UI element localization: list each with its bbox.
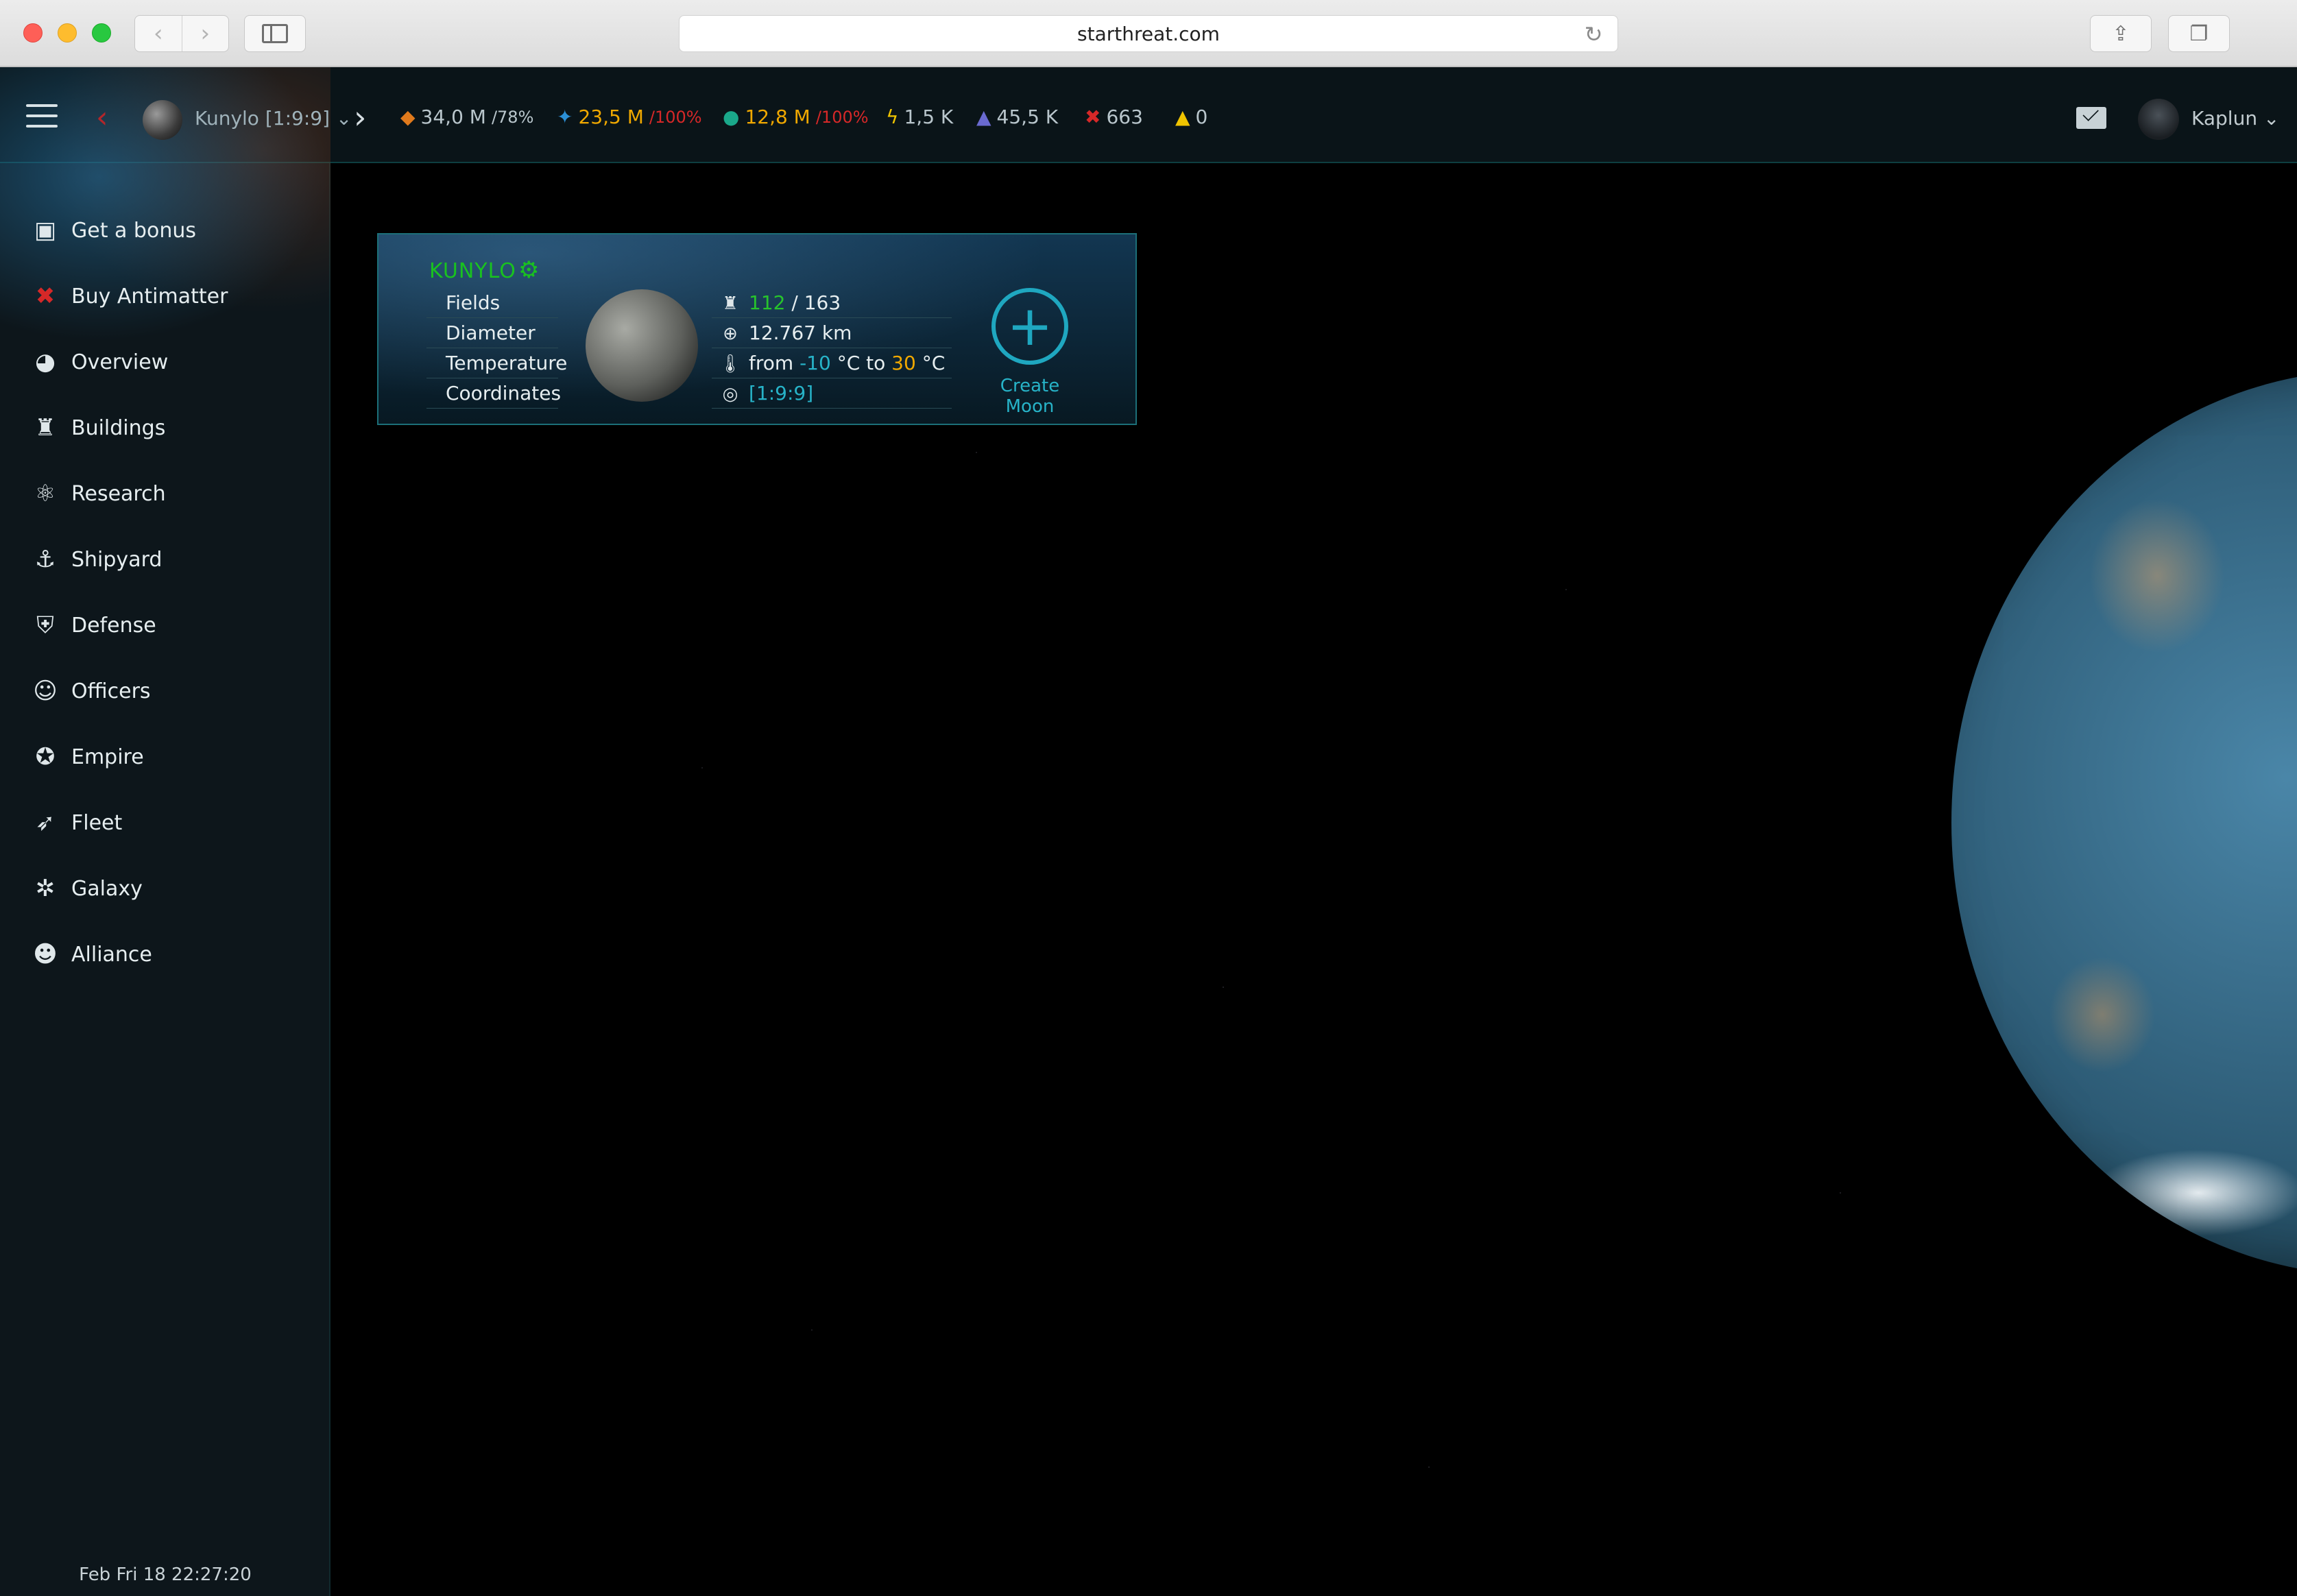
deuterium-value: 12,8 M xyxy=(745,106,810,128)
alliance-icon: ☻ xyxy=(33,941,58,968)
planet-thumbnail xyxy=(586,289,698,402)
coordinates-icon: ◎ xyxy=(722,384,738,404)
coordinates-label: Coordinates xyxy=(426,378,561,409)
hamburger-menu-icon[interactable] xyxy=(26,104,58,129)
address-bar[interactable]: starthreat.com ↻ xyxy=(679,15,1618,52)
plus-icon: + xyxy=(1007,294,1053,358)
history-nav: ‹ › xyxy=(134,15,229,52)
avatar[interactable] xyxy=(2138,99,2179,140)
crystal-icon: ✦ xyxy=(557,106,573,128)
sidebar-item-fleet[interactable]: ➶ Fleet xyxy=(0,790,330,856)
sidebar-item-alliance[interactable]: ☻ Alliance xyxy=(0,921,330,987)
metal-percent: /78% xyxy=(491,107,534,127)
dark-matter-value: 45,5 K xyxy=(996,106,1059,128)
fields-label: Fields xyxy=(426,288,558,318)
antimatter-value: 663 xyxy=(1106,106,1143,128)
planet-thumbnail xyxy=(143,100,182,140)
crystal-percent: /100% xyxy=(649,107,702,127)
antimatter-resource[interactable]: ✖ 663 xyxy=(1085,106,1143,128)
deuterium-icon: ● xyxy=(723,106,740,128)
energy-resource[interactable]: ϟ 1,5 K xyxy=(886,106,953,128)
building-icon: ♜ xyxy=(722,293,738,314)
shipyard-icon: ⚓ xyxy=(34,546,56,573)
alerts-indicator[interactable]: ▲ 0 xyxy=(1175,106,1207,128)
empire-icon: ✪ xyxy=(35,743,56,771)
dark-matter-icon: ▲ xyxy=(976,106,991,128)
defense-icon: ⛨ xyxy=(36,612,54,639)
chevron-down-icon: ⌄ xyxy=(2257,107,2280,130)
dark-matter-resource[interactable]: ▲ 45,5 K xyxy=(976,106,1058,128)
metal-resource[interactable]: ◆ 34,0 M /78% xyxy=(400,106,533,128)
create-moon-button[interactable]: + xyxy=(991,288,1068,365)
sidebar-nav: ▣ Get a bonus ✖ Buy Antimatter ◕ Overview ♜… xyxy=(0,197,330,987)
crystal-value: 23,5 M xyxy=(578,106,644,128)
minimize-window-button[interactable] xyxy=(58,23,77,43)
browser-toolbar: ‹ › starthreat.com ↻ ⇪ ❐ xyxy=(0,0,2297,67)
thermometer-icon: 🌡 xyxy=(719,354,742,374)
server-clock: Feb Fri 18 22:27:20 xyxy=(79,1564,252,1585)
research-icon: ⚛ xyxy=(34,480,56,507)
fields-value: ♜ 112 / 163 xyxy=(712,288,952,318)
planet-name: KUNYLO xyxy=(429,259,516,283)
back-arrow-icon[interactable]: ‹ xyxy=(135,16,182,51)
sidebar-item-buildings[interactable]: ♜ Buildings xyxy=(0,395,330,461)
coordinates-value[interactable]: ◎ [1:9:9] xyxy=(712,378,952,409)
planet-info-card: KUNYLO ⚙ Fields Diameter Temperature Coo… xyxy=(377,233,1137,425)
sidebar-item-galaxy[interactable]: ✲ Galaxy xyxy=(0,856,330,921)
mail-icon[interactable] xyxy=(2076,107,2106,129)
sidebar-item-research[interactable]: ⚛ Research xyxy=(0,461,330,527)
globe-icon: ◕ xyxy=(35,348,56,376)
temperature-value: 🌡 from -10 °C to 30 °C xyxy=(712,348,952,378)
forward-arrow-icon[interactable]: › xyxy=(181,16,229,51)
sidebar-item-get-a-bonus[interactable]: ▣ Get a bonus xyxy=(0,197,330,263)
metal-icon: ◆ xyxy=(400,106,416,128)
create-moon-label[interactable]: Create Moon xyxy=(975,376,1085,417)
deuterium-percent: /100% xyxy=(815,107,869,127)
next-planet-icon[interactable]: › xyxy=(354,99,366,136)
antimatter-icon: ✖ xyxy=(35,282,56,310)
rocket-icon: ➶ xyxy=(35,809,56,836)
sidebar-item-empire[interactable]: ✪ Empire xyxy=(0,724,330,790)
diameter-label: Diameter xyxy=(426,318,558,348)
sidebar-item-defense[interactable]: ⛨ Defense xyxy=(0,592,330,658)
metal-value: 34,0 M xyxy=(420,106,486,128)
user-menu[interactable]: Kaplun ⌄ xyxy=(2191,107,2279,130)
antimatter-icon: ✖ xyxy=(1085,106,1101,128)
tabs-icon[interactable]: ❐ xyxy=(2168,15,2230,52)
app-window: ‹ › starthreat.com ↻ ⇪ ❐ ‹ Kunylo [1:9:9… xyxy=(0,0,2297,1596)
globe-icon: ⊕ xyxy=(723,324,738,344)
alerts-value: 0 xyxy=(1195,106,1208,128)
gear-icon[interactable]: ⚙ xyxy=(518,256,539,284)
deuterium-resource[interactable]: ● 12,8 M /100% xyxy=(723,106,869,128)
officer-icon: ☺ xyxy=(33,677,58,705)
energy-value: 1,5 K xyxy=(904,106,954,128)
url-text: starthreat.com xyxy=(1077,22,1220,45)
reload-icon[interactable]: ↻ xyxy=(1582,23,1605,46)
sidebar-toggle-icon[interactable] xyxy=(244,15,306,52)
building-icon: ♜ xyxy=(34,414,56,442)
sidebar-item-officers[interactable]: ☺ Officers xyxy=(0,658,330,724)
bonus-icon: ▣ xyxy=(34,217,57,244)
temperature-label: Temperature xyxy=(426,348,567,378)
sidebar-item-overview[interactable]: ◕ Overview xyxy=(0,329,330,395)
energy-icon: ϟ xyxy=(886,106,899,128)
share-icon[interactable]: ⇪ xyxy=(2090,15,2152,52)
sidebar-item-shipyard[interactable]: ⚓ Shipyard xyxy=(0,527,330,592)
close-window-button[interactable] xyxy=(23,23,43,43)
planet-selector[interactable]: Kunylo [1:9:9] ⌄ xyxy=(195,107,352,130)
warning-icon: ▲ xyxy=(1175,106,1190,128)
previous-planet-icon[interactable]: ‹ xyxy=(96,100,108,135)
diameter-value: ⊕ 12.767 km xyxy=(712,318,952,348)
galaxy-icon: ✲ xyxy=(35,875,56,902)
crystal-resource[interactable]: ✦ 23,5 M /100% xyxy=(557,106,702,128)
sidebar-item-buy-antimatter[interactable]: ✖ Buy Antimatter xyxy=(0,263,330,329)
zoom-window-button[interactable] xyxy=(92,23,111,43)
chevron-down-icon: ⌄ xyxy=(330,107,352,130)
